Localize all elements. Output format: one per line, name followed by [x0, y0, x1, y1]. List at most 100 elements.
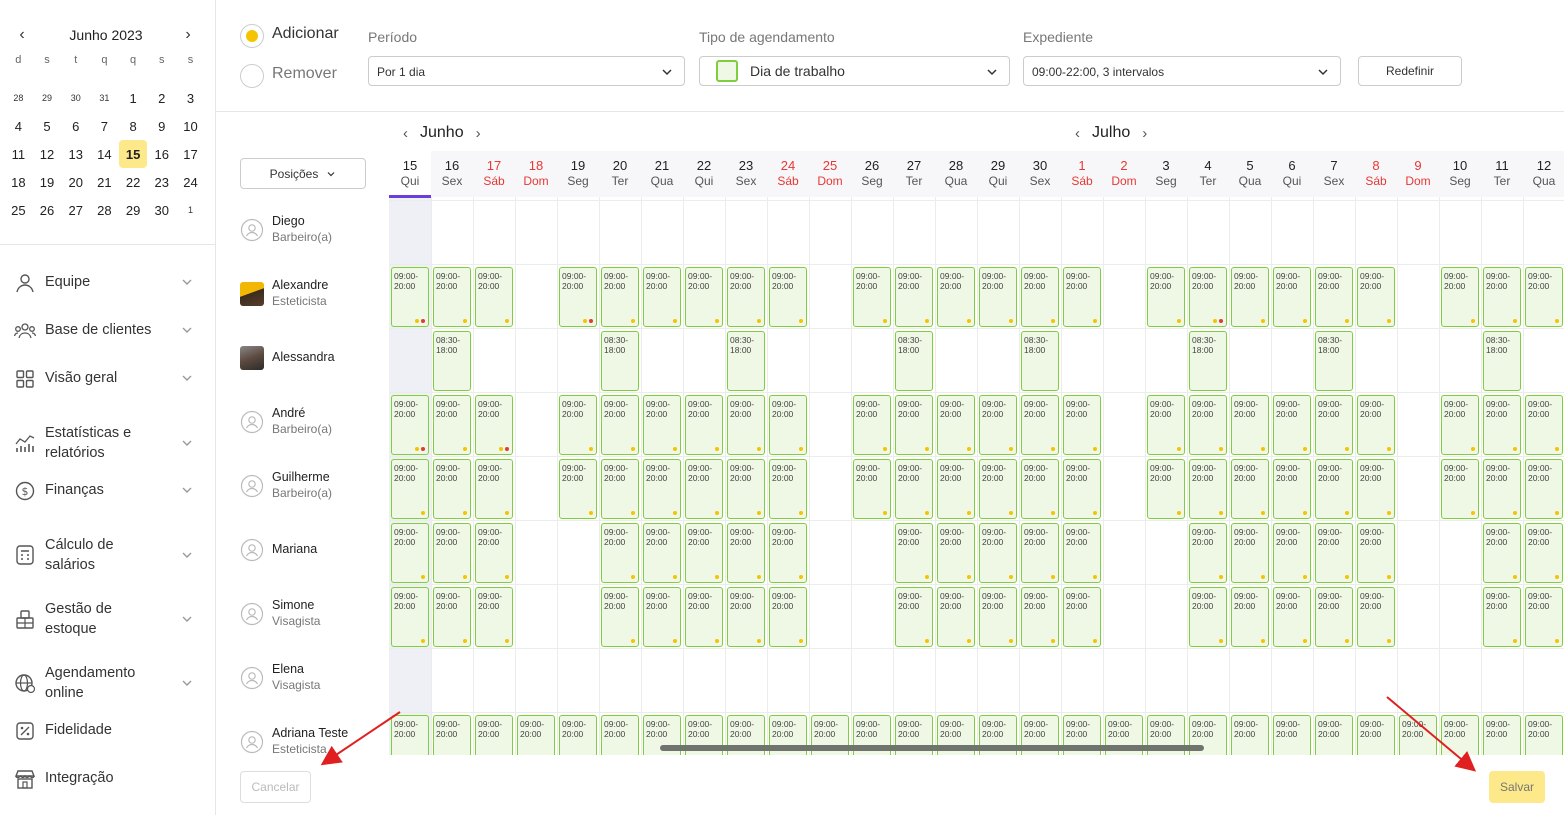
shift-block[interactable]: 09:00- 20:00 [979, 523, 1017, 583]
day-header[interactable]: 24 Sáb [767, 151, 809, 197]
day-header[interactable]: 25 Dom [809, 151, 851, 197]
shift-block[interactable]: 08:30- 18:00 [1021, 331, 1059, 391]
shift-block[interactable]: 09:00- 20:00 [1315, 395, 1353, 455]
shift-block[interactable]: 09:00- 20:00 [1021, 459, 1059, 519]
shift-block[interactable]: 09:00- 20:00 [433, 395, 471, 455]
shift-block[interactable]: 09:00- 20:00 [1189, 395, 1227, 455]
calendar-day[interactable]: 23 [147, 168, 176, 196]
shift-block[interactable]: 09:00- 20:00 [643, 587, 681, 647]
calendar-day[interactable]: 24 [176, 168, 205, 196]
day-header[interactable]: 26 Seg [851, 151, 893, 197]
shift-block[interactable]: 09:00- 20:00 [895, 587, 933, 647]
sidebar-item-agendamento[interactable]: Agendamento online [0, 663, 215, 703]
shift-block[interactable]: 09:00- 20:00 [769, 395, 807, 455]
shift-block[interactable]: 09:00- 20:00 [853, 267, 891, 327]
shift-block[interactable]: 09:00- 20:00 [1189, 523, 1227, 583]
shift-block[interactable]: 09:00- 20:00 [1441, 715, 1479, 755]
shift-block[interactable]: 09:00- 20:00 [601, 587, 639, 647]
shift-block[interactable]: 09:00- 20:00 [937, 587, 975, 647]
calendar-day[interactable]: 30 [61, 84, 90, 112]
periodo-select[interactable]: Por 1 dia [368, 56, 685, 86]
shift-block[interactable]: 09:00- 20:00 [643, 267, 681, 327]
calendar-day[interactable]: 29 [33, 84, 62, 112]
shift-block[interactable]: 09:00- 20:00 [1189, 587, 1227, 647]
shift-block[interactable]: 09:00- 20:00 [895, 267, 933, 327]
calendar-day[interactable]: 28 [4, 84, 33, 112]
shift-block[interactable]: 09:00- 20:00 [1315, 267, 1353, 327]
tipo-select[interactable]: Dia de trabalho [699, 56, 1010, 86]
day-header[interactable]: 21 Qua [641, 151, 683, 197]
shift-block[interactable]: 09:00- 20:00 [979, 459, 1017, 519]
day-header[interactable]: 20 Ter [599, 151, 641, 197]
shift-block[interactable]: 09:00- 20:00 [1483, 523, 1521, 583]
employee-row[interactable]: Mariana [240, 518, 390, 582]
shift-block[interactable]: 08:30- 18:00 [727, 331, 765, 391]
shift-block[interactable]: 09:00- 20:00 [475, 267, 513, 327]
shift-block[interactable]: 09:00- 20:00 [391, 587, 429, 647]
shift-block[interactable]: 08:30- 18:00 [1483, 331, 1521, 391]
calendar-day[interactable]: 18 [4, 168, 33, 196]
calendar-day[interactable]: 1 [119, 84, 148, 112]
shift-block[interactable]: 09:00- 20:00 [475, 587, 513, 647]
shift-block[interactable]: 09:00- 20:00 [433, 267, 471, 327]
shift-block[interactable]: 09:00- 20:00 [391, 459, 429, 519]
shift-block[interactable]: 09:00- 20:00 [1273, 715, 1311, 755]
shift-block[interactable]: 09:00- 20:00 [601, 523, 639, 583]
next-period-icon[interactable]: › [1142, 125, 1147, 142]
shift-block[interactable]: 09:00- 20:00 [1063, 523, 1101, 583]
shift-block[interactable]: 09:00- 20:00 [1525, 523, 1563, 583]
shift-block[interactable]: 09:00- 20:00 [1441, 267, 1479, 327]
shift-block[interactable]: 09:00- 20:00 [1063, 459, 1101, 519]
shift-block[interactable]: 09:00- 20:00 [1021, 523, 1059, 583]
shift-block[interactable]: 09:00- 20:00 [979, 395, 1017, 455]
shift-block[interactable]: 09:00- 20:00 [895, 395, 933, 455]
shift-block[interactable]: 09:00- 20:00 [559, 459, 597, 519]
shift-block[interactable]: 09:00- 20:00 [1483, 587, 1521, 647]
calendar-day[interactable]: 13 [61, 140, 90, 168]
day-header[interactable]: 3 Seg [1145, 151, 1187, 197]
shift-block[interactable]: 09:00- 20:00 [475, 523, 513, 583]
next-month-icon[interactable]: › [178, 26, 198, 44]
calendar-day[interactable]: 2 [147, 84, 176, 112]
employee-row[interactable]: Alessandra [240, 326, 390, 390]
add-mode-radio[interactable]: Adicionar [240, 24, 350, 48]
remove-mode-radio[interactable]: Remover [240, 64, 350, 88]
shift-block[interactable]: 09:00- 20:00 [1063, 587, 1101, 647]
employee-row[interactable]: Adriana Teste Esteticista [240, 710, 390, 774]
calendar-day[interactable]: 9 [147, 112, 176, 140]
shift-block[interactable]: 09:00- 20:00 [769, 523, 807, 583]
shift-block[interactable]: 09:00- 20:00 [769, 587, 807, 647]
calendar-day[interactable]: 14 [90, 140, 119, 168]
shift-block[interactable]: 09:00- 20:00 [1189, 459, 1227, 519]
calendar-day[interactable]: 12 [33, 140, 62, 168]
shift-block[interactable]: 09:00- 20:00 [1021, 267, 1059, 327]
shift-block[interactable]: 09:00- 20:00 [685, 459, 723, 519]
shift-block[interactable]: 09:00- 20:00 [1525, 459, 1563, 519]
shift-block[interactable]: 09:00- 20:00 [1483, 267, 1521, 327]
employee-row[interactable]: Simone Visagista [240, 582, 390, 646]
shift-block[interactable]: 09:00- 20:00 [1441, 459, 1479, 519]
day-header[interactable]: 27 Ter [893, 151, 935, 197]
day-header[interactable]: 11 Ter [1481, 151, 1523, 197]
shift-block[interactable]: 09:00- 20:00 [1231, 523, 1269, 583]
shift-block[interactable]: 09:00- 20:00 [433, 523, 471, 583]
shift-block[interactable]: 09:00- 20:00 [517, 715, 555, 755]
sidebar-item-integração[interactable]: Integração [0, 768, 215, 790]
shift-block[interactable]: 09:00- 20:00 [643, 523, 681, 583]
shift-block[interactable]: 09:00- 20:00 [853, 459, 891, 519]
shift-block[interactable]: 09:00- 20:00 [1525, 267, 1563, 327]
shift-block[interactable]: 09:00- 20:00 [1273, 267, 1311, 327]
shift-block[interactable]: 09:00- 20:00 [601, 267, 639, 327]
employee-row[interactable]: Guilherme Barbeiro(a) [240, 454, 390, 518]
shift-block[interactable]: 09:00- 20:00 [1189, 267, 1227, 327]
shift-block[interactable]: 09:00- 20:00 [1399, 715, 1437, 755]
shift-block[interactable]: 09:00- 20:00 [685, 395, 723, 455]
shift-block[interactable]: 09:00- 20:00 [1315, 459, 1353, 519]
day-header[interactable]: 10 Seg [1439, 151, 1481, 197]
prev-period-icon[interactable]: ‹ [1075, 125, 1080, 142]
shift-block[interactable]: 09:00- 20:00 [727, 523, 765, 583]
cancel-button[interactable]: Cancelar [240, 771, 311, 803]
day-header[interactable]: 5 Qua [1229, 151, 1271, 197]
shift-block[interactable]: 09:00- 20:00 [1273, 459, 1311, 519]
shift-block[interactable]: 09:00- 20:00 [1357, 395, 1395, 455]
